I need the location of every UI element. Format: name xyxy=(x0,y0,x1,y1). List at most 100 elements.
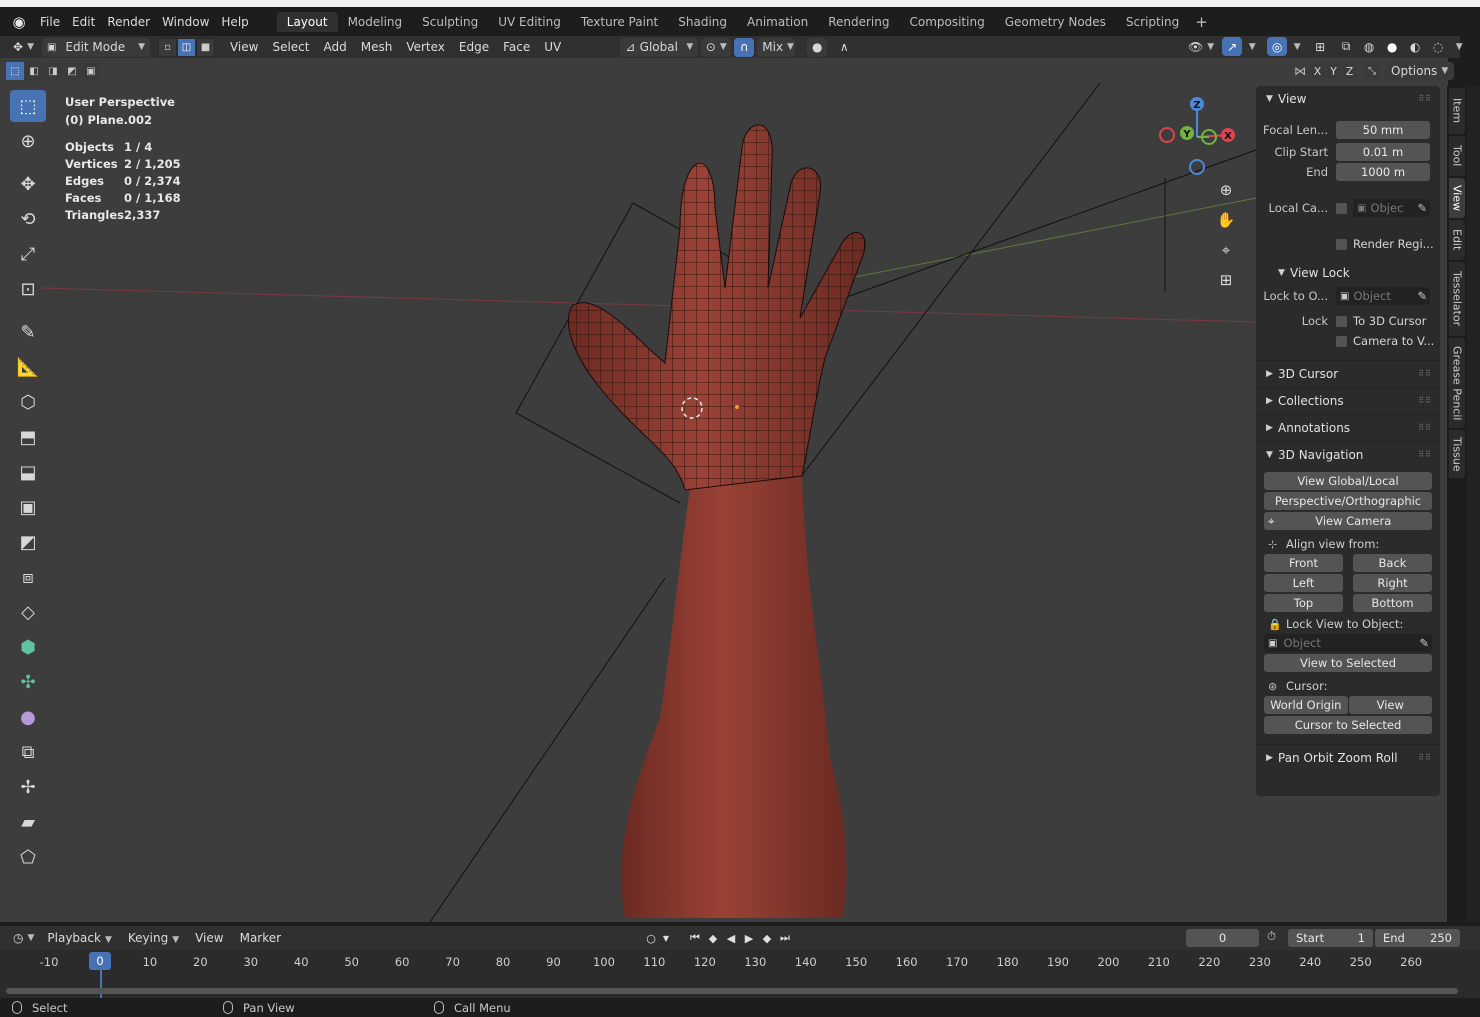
add-workspace-button[interactable]: + xyxy=(1189,13,1214,31)
tab-modeling[interactable]: Modeling xyxy=(338,12,413,32)
lock-to-object-field[interactable]: ▣ Object ✎ xyxy=(1336,287,1430,305)
overlay-dropdown[interactable]: ▼ xyxy=(1290,37,1304,56)
menu-view[interactable]: View xyxy=(223,40,265,54)
section-3d-navigation[interactable]: ▼ 3D Navigation ⠿⠿ xyxy=(1256,441,1440,467)
tab-tool[interactable]: Tool xyxy=(1449,136,1465,176)
tab-shading[interactable]: Shading xyxy=(668,12,737,32)
camera-view-icon[interactable]: ⌖ xyxy=(1212,236,1240,264)
align-right-button[interactable]: Right xyxy=(1353,574,1432,592)
view-global-local-button[interactable]: View Global/Local xyxy=(1264,472,1432,490)
align-top-button[interactable]: Top xyxy=(1264,594,1343,612)
drag-grip-icon[interactable]: ⠿⠿ xyxy=(1418,753,1432,762)
local-camera-checkbox[interactable] xyxy=(1336,202,1347,214)
blender-logo-icon[interactable]: ◉ xyxy=(10,13,28,31)
focal-length-field[interactable]: 50 mm xyxy=(1336,121,1430,139)
tab-view[interactable]: View xyxy=(1449,178,1465,218)
edge-select-icon[interactable]: ◫ xyxy=(176,37,196,57)
drag-grip-icon[interactable]: ⠿⠿ xyxy=(1418,396,1432,405)
rotate-tool-icon[interactable]: ⟲ xyxy=(10,203,46,235)
section-pan-orbit-zoom-roll[interactable]: ▶ Pan Orbit Zoom Roll ⠿⠿ xyxy=(1256,744,1440,770)
section-3d-cursor[interactable]: ▶ 3D Cursor ⠿⠿ xyxy=(1256,360,1440,386)
menu-marker[interactable]: Marker xyxy=(232,931,289,945)
view-to-selected-button[interactable]: View to Selected xyxy=(1264,654,1432,672)
render-region-checkbox[interactable] xyxy=(1336,238,1347,250)
gizmo-toggle[interactable]: ↗ xyxy=(1222,37,1243,56)
view-camera-button[interactable]: ⌖ View Camera xyxy=(1264,512,1432,530)
tab-uv-editing[interactable]: UV Editing xyxy=(488,12,571,32)
visibility-dropdown[interactable]: 👁 ▼ xyxy=(1183,37,1219,56)
pivot-dropdown[interactable]: ⊙ ▼ xyxy=(701,37,732,57)
auto-key-icon[interactable]: ○ xyxy=(642,929,660,947)
options-dropdown[interactable]: Options ▼ xyxy=(1385,62,1455,80)
scale-tool-icon[interactable]: ⤢ xyxy=(10,238,46,270)
jump-end-icon[interactable]: ⏭ xyxy=(776,929,794,947)
face-select-icon[interactable]: ■ xyxy=(195,37,215,57)
mode-dropdown[interactable]: ▣ Edit Mode ▼ xyxy=(41,37,150,57)
start-frame-field[interactable]: Start 1 xyxy=(1288,929,1373,947)
rendered-shading-button[interactable]: ◌ xyxy=(1428,37,1448,56)
menu-window[interactable]: Window xyxy=(156,12,215,32)
shear-tool-icon[interactable]: ▰ xyxy=(10,806,46,838)
inset-tool-icon[interactable]: ▣ xyxy=(10,491,46,523)
menu-file[interactable]: File xyxy=(34,12,66,32)
select-invert-icon[interactable]: ◩ xyxy=(63,62,81,80)
smooth-tool-icon[interactable]: ● xyxy=(10,701,46,733)
eyedropper-icon[interactable]: ✎ xyxy=(1417,201,1427,215)
orientation-dropdown[interactable]: ⊿ Global ▼ xyxy=(620,37,699,57)
add-cube-tool-icon[interactable]: ⬡ xyxy=(10,386,46,418)
move-tool-icon[interactable]: ✥ xyxy=(10,168,46,200)
cursor-view-button[interactable]: View xyxy=(1348,696,1432,714)
tab-texture-paint[interactable]: Texture Paint xyxy=(571,12,668,32)
timeline-scrollbar[interactable] xyxy=(6,988,1458,994)
section-view-lock[interactable]: ▼ View Lock xyxy=(1256,260,1440,286)
navigation-gizmo[interactable]: Z Y X xyxy=(1155,95,1245,175)
xray-toggle[interactable]: ⧉ xyxy=(1336,37,1356,56)
select-new-icon[interactable]: ⬚ xyxy=(6,62,24,80)
align-bottom-button[interactable]: Bottom xyxy=(1353,594,1432,612)
camera-to-view-checkbox[interactable] xyxy=(1336,335,1347,347)
select-box-tool-icon[interactable]: ⬚ xyxy=(10,90,46,122)
menu-keying[interactable]: Keying ▼ xyxy=(120,931,187,945)
playhead-marker[interactable]: 0 xyxy=(89,952,111,970)
cursor-tool-icon[interactable]: ⊕ xyxy=(10,125,46,157)
drag-grip-icon[interactable]: ⠿⠿ xyxy=(1418,423,1432,432)
shading-dropdown[interactable]: ▼ xyxy=(1451,37,1467,56)
menu-help[interactable]: Help xyxy=(215,12,254,32)
tab-tesselator[interactable]: Tesselator xyxy=(1449,262,1465,336)
knife-tool-icon[interactable]: ◇ xyxy=(10,596,46,628)
select-subtract-icon[interactable]: ◨ xyxy=(44,62,62,80)
mirror-y-toggle[interactable]: Y xyxy=(1326,63,1341,79)
extrude-tool-icon[interactable]: ⬒ xyxy=(10,421,46,453)
tab-rendering[interactable]: Rendering xyxy=(818,12,899,32)
tab-edit[interactable]: Edit xyxy=(1449,220,1465,260)
measure-tool-icon[interactable]: 📐 xyxy=(10,351,46,383)
menu-playback[interactable]: Playback ▼ xyxy=(39,931,119,945)
clip-end-field[interactable]: 1000 m xyxy=(1336,163,1430,181)
world-origin-button[interactable]: World Origin xyxy=(1264,696,1348,714)
mirror-x-toggle[interactable]: X xyxy=(1310,63,1325,79)
solid-shading-button[interactable]: ● xyxy=(1382,37,1402,56)
menu-edge[interactable]: Edge xyxy=(452,40,496,54)
tab-geometry-nodes[interactable]: Geometry Nodes xyxy=(995,12,1116,32)
menu-vertex[interactable]: Vertex xyxy=(399,40,452,54)
tab-compositing[interactable]: Compositing xyxy=(899,12,994,32)
tab-tissue[interactable]: Tissue xyxy=(1449,430,1465,478)
vertex-select-icon[interactable]: ▫ xyxy=(157,37,177,57)
spin-tool-icon[interactable]: ✣ xyxy=(10,666,46,698)
gizmo-neg-z-dot[interactable] xyxy=(1189,159,1205,175)
end-frame-field[interactable]: End 250 xyxy=(1375,929,1460,947)
lock-to-cursor-checkbox[interactable] xyxy=(1336,315,1347,327)
edge-slide-tool-icon[interactable]: ⧉ xyxy=(10,736,46,768)
pan-hand-icon[interactable]: ✋ xyxy=(1212,206,1240,234)
play-reverse-icon[interactable]: ◀ xyxy=(722,929,740,947)
tab-scripting[interactable]: Scripting xyxy=(1116,12,1189,32)
poly-build-tool-icon[interactable]: ⬢ xyxy=(10,631,46,663)
drag-grip-icon[interactable]: ⠿⠿ xyxy=(1418,450,1432,459)
tab-grease-pencil[interactable]: Grease Pencil xyxy=(1449,338,1465,428)
select-intersect-icon[interactable]: ▣ xyxy=(82,62,100,80)
menu-timeline-view[interactable]: View xyxy=(187,931,231,945)
extrude-region-tool-icon[interactable]: ⬓ xyxy=(10,456,46,488)
rip-region-tool-icon[interactable]: ⬠ xyxy=(10,841,46,873)
perspective-orthographic-button[interactable]: Perspective/Orthographic xyxy=(1264,492,1432,510)
select-extend-icon[interactable]: ◧ xyxy=(25,62,43,80)
